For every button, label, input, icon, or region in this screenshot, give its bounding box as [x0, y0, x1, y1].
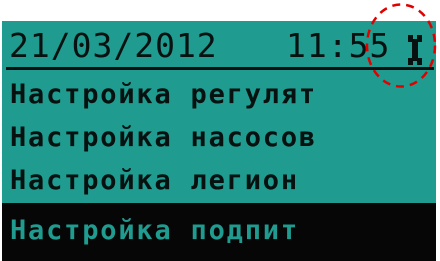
time-display: 11:55	[286, 26, 391, 65]
header-divider	[6, 67, 434, 70]
menu-item-label: Настройка регулят	[10, 79, 317, 110]
status-bar: 21/03/2012 11:55	[2, 21, 436, 68]
menu-item-label: Настройка легион	[10, 165, 299, 196]
menu-item-label: Настройка насосов	[10, 122, 317, 153]
menu-item-regulator-settings[interactable]: Настройка регулят	[2, 74, 436, 116]
menu-item-pump-settings[interactable]: Настройка насосов	[2, 117, 436, 159]
menu-item-makeup-settings[interactable]: Настройка подпит	[2, 203, 436, 261]
wrench-icon[interactable]	[406, 35, 424, 65]
menu-item-legionella-settings[interactable]: Настройка легион	[2, 160, 436, 202]
menu-item-label: Настройка подпит	[10, 215, 299, 246]
lcd-screen: 21/03/2012 11:55 Настройка регулят Настр…	[2, 21, 436, 261]
date-display: 21/03/2012	[9, 26, 218, 65]
